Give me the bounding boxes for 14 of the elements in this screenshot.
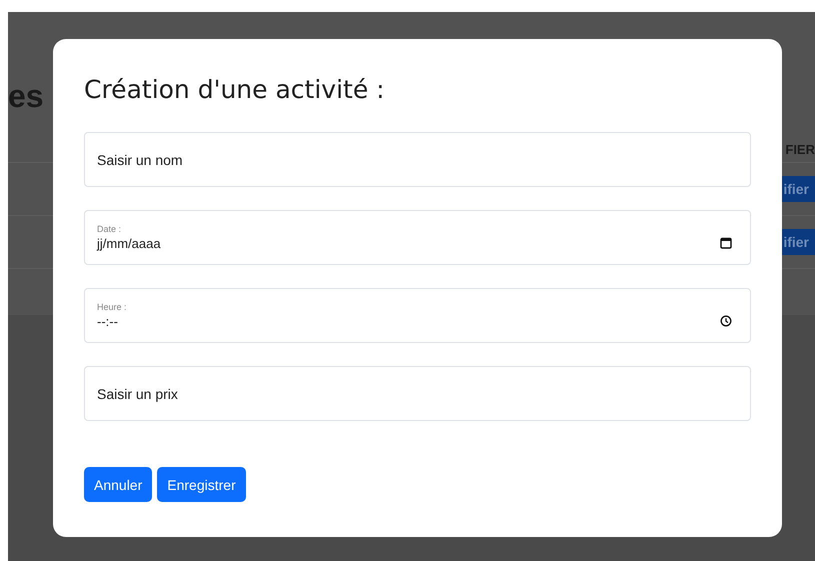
input-field[interactable]: Saisir un prix (84, 366, 751, 421)
field-value: jj/mm/aaaa (97, 236, 161, 251)
input-field[interactable]: Saisir un nom (84, 132, 751, 187)
field-value: --:-- (97, 314, 119, 329)
calendar-icon[interactable] (720, 236, 732, 248)
clock-icon[interactable] (720, 314, 732, 326)
modal-title: Création d'une activité : (84, 75, 386, 104)
field-label: Heure : (97, 302, 127, 312)
field-label: Date : (97, 224, 122, 234)
time-field[interactable]: Heure : --:-- (84, 288, 751, 343)
cancel-button[interactable]: Annuler (84, 467, 152, 502)
date-field[interactable]: Date : jj/mm/aaaa (84, 210, 751, 265)
save-button[interactable]: Enregistrer (157, 467, 246, 502)
page-heading: es (8, 78, 44, 115)
